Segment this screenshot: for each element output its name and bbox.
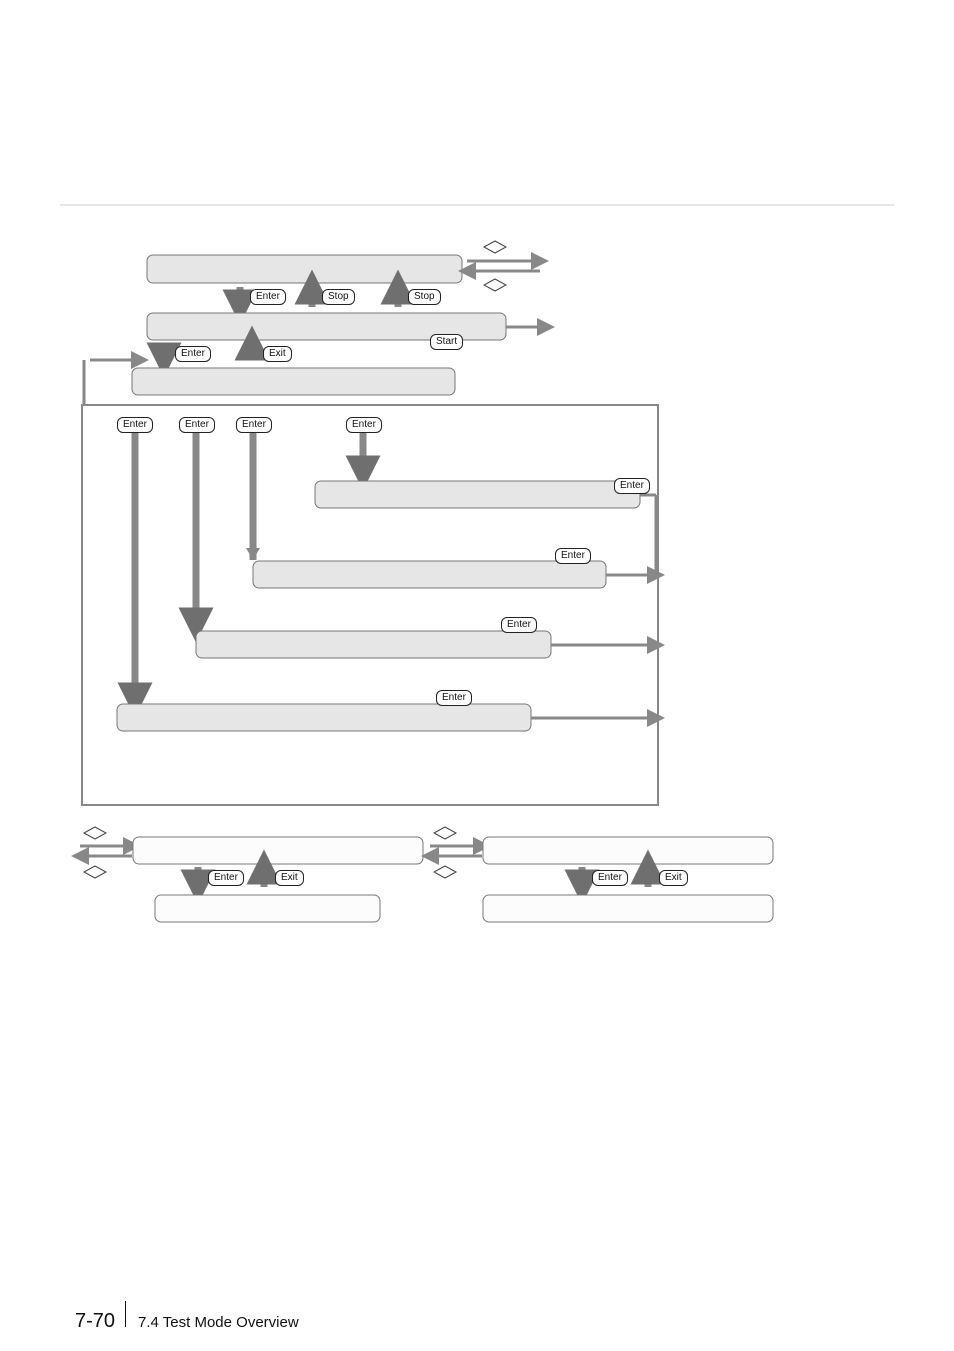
btn-enter: Enter [436, 690, 472, 706]
btn-stop: Stop [322, 289, 355, 305]
btn-enter: Enter [555, 548, 591, 564]
btn-enter: Enter [592, 870, 628, 886]
btn-exit: Exit [263, 346, 292, 362]
section-title: 7.4 Test Mode Overview [138, 1314, 299, 1331]
btn-enter: Enter [250, 289, 286, 305]
footer-divider [125, 1301, 126, 1327]
btn-start: Start [430, 334, 463, 350]
btn-enter: Enter [208, 870, 244, 886]
page-footer: 7-70 7.4 Test Mode Overview [75, 1301, 299, 1333]
btn-enter: Enter [501, 617, 537, 633]
btn-exit: Exit [659, 870, 688, 886]
page-number: 7-70 [75, 1310, 115, 1333]
flow-diagram [0, 0, 954, 1000]
btn-enter: Enter [117, 417, 153, 433]
btn-stop: Stop [408, 289, 441, 305]
btn-enter: Enter [614, 478, 650, 494]
btn-enter: Enter [236, 417, 272, 433]
btn-enter: Enter [179, 417, 215, 433]
btn-enter: Enter [175, 346, 211, 362]
btn-enter: Enter [346, 417, 382, 433]
btn-exit: Exit [275, 870, 304, 886]
